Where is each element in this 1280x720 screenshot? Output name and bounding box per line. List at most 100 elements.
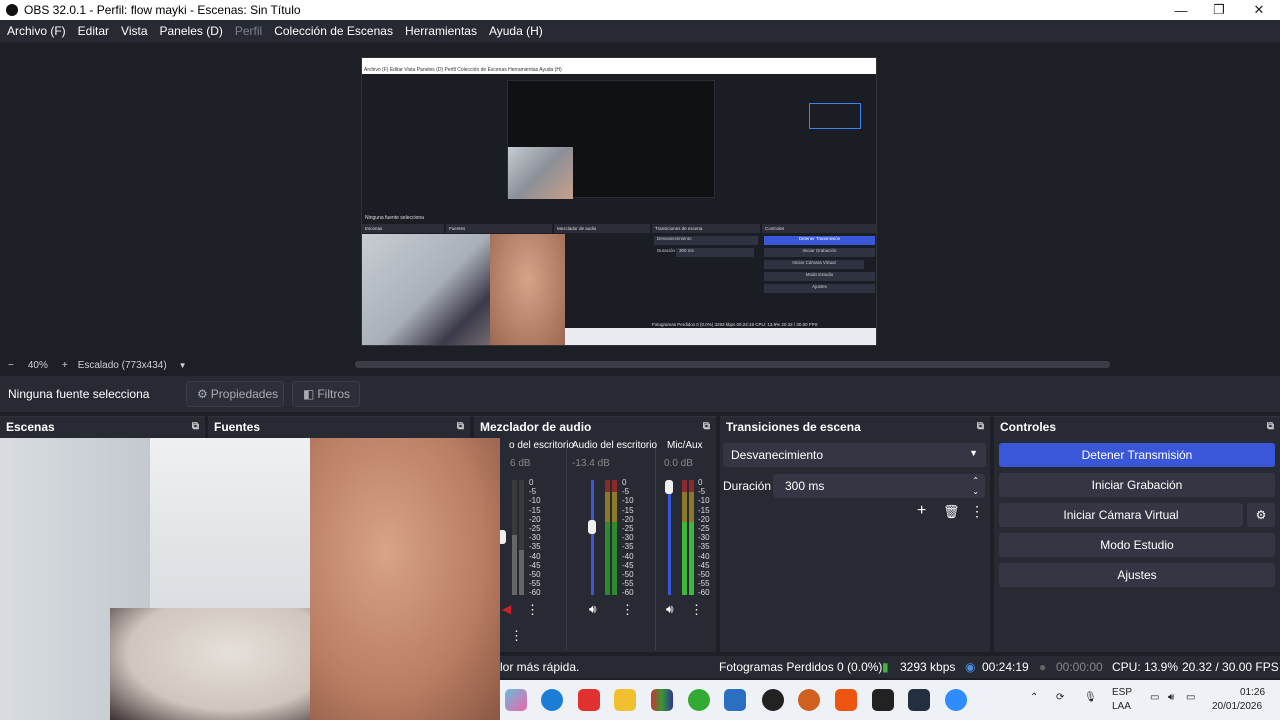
dock-float-icon[interactable]: ⧉	[457, 421, 464, 432]
scale-dropdown-icon[interactable]: ▼	[179, 361, 187, 370]
chevron-up-icon[interactable]: ⌃	[1030, 692, 1038, 703]
dock-float-icon[interactable]: ⧉	[977, 421, 984, 432]
channel-menu-icon[interactable]: ⋮	[621, 602, 634, 618]
copilot-icon[interactable]	[505, 689, 527, 711]
zoom-in-button[interactable]: +	[62, 360, 68, 371]
volume-icon[interactable]: 🔊︎	[1168, 692, 1174, 703]
channel-db: 6 dB	[510, 458, 531, 469]
cpu-usage: CPU: 13.9%	[1112, 660, 1179, 674]
trash-icon[interactable]: 🗑︎	[943, 504, 960, 520]
start-recording-button[interactable]: Iniciar Grabación	[999, 473, 1275, 497]
anydesk-icon[interactable]	[578, 689, 600, 711]
stepper-icon[interactable]: ⌃ ⌄	[972, 475, 979, 497]
menu-herramientas[interactable]: Herramientas	[405, 24, 477, 38]
db-scale: 0 -5 -10 -15 -20 -25 -30 -35 -40 -45 -50 -55 -60	[698, 478, 710, 598]
channel-name: o del escritorio	[509, 440, 575, 451]
close-button[interactable]: ✕	[1239, 0, 1279, 20]
sources-dock: Fuentes ⧉	[208, 416, 470, 438]
channel-menu-icon[interactable]: ⋮	[690, 602, 703, 618]
record-icon: ●	[1039, 660, 1047, 674]
menu-perfil[interactable]: Perfil	[235, 24, 262, 38]
program-preview[interactable]: Archivo (F) Editar Vista Paneles (D) Per…	[361, 57, 877, 346]
dock-float-icon[interactable]: ⧉	[1267, 421, 1274, 432]
db-scale: 0 -5 -10 -15 -20 -25 -30 -35 -40 -45 -50 -55 -60	[622, 478, 634, 598]
properties-button[interactable]: ⚙ Propiedades	[186, 381, 284, 407]
preview-thumb-vcam: Iniciar Cámara Virtual	[764, 260, 864, 269]
settings-button[interactable]: Ajustes	[999, 563, 1275, 587]
dropped-frames: Fotogramas Perdidos 0 (0.0%)	[719, 660, 883, 674]
mail-icon[interactable]	[724, 689, 746, 711]
start-virtual-cam-button[interactable]: Iniciar Cámara Virtual	[999, 503, 1243, 527]
dock-float-icon[interactable]: ⧉	[703, 421, 710, 432]
vu-meter	[512, 480, 517, 595]
dropbox-icon[interactable]	[872, 689, 894, 711]
virtual-cam-settings-icon[interactable]: ⚙	[1247, 503, 1275, 527]
language-bottom[interactable]: LAA	[1112, 701, 1131, 712]
volume-slider[interactable]	[665, 480, 673, 494]
chrome-icon[interactable]	[688, 689, 710, 711]
amazon-icon[interactable]	[908, 689, 930, 711]
vu-meter	[605, 480, 610, 595]
maximize-button[interactable]: ❐	[1199, 0, 1239, 20]
menu-ayuda[interactable]: Ayuda (H)	[489, 24, 543, 38]
webcam-person	[110, 608, 310, 720]
zoom-out-button[interactable]: −	[8, 360, 14, 371]
add-transition-icon[interactable]: +	[917, 502, 926, 520]
language-top[interactable]: ESP	[1112, 687, 1132, 698]
volume-slider[interactable]	[588, 520, 596, 534]
transition-value: Desvanecimiento	[731, 448, 824, 462]
filters-button[interactable]: ◧ Filtros	[292, 381, 360, 407]
obs-icon[interactable]	[762, 689, 784, 711]
sync-icon[interactable]: ⟳	[1056, 692, 1064, 703]
netflix-icon[interactable]	[835, 689, 857, 711]
speaker-icon[interactable]: 🔊︎	[589, 602, 597, 617]
channel-menu-icon[interactable]: ⋮	[526, 602, 539, 618]
title-bar: OBS 32.0.1 - Perfil: flow mayki - Escena…	[0, 0, 1280, 20]
preview-thumb-duration-value: 300 ms	[676, 248, 754, 257]
clock-date[interactable]: 20/01/2026	[1212, 701, 1262, 712]
winrar-icon[interactable]	[651, 689, 673, 711]
controls-title: Controles	[1000, 420, 1057, 434]
menu-coleccion[interactable]: Colección de Escenas	[274, 24, 393, 38]
menu-vista[interactable]: Vista	[121, 24, 147, 38]
preview-thumb-mixer: Mezclador de audio	[554, 224, 650, 233]
db-scale: 0 -5 -10 -15 -20 -25 -30 -35 -40 -45 -50 -55 -60	[529, 478, 541, 598]
display-icon[interactable]: ▭	[1150, 692, 1159, 703]
mixer-channel-3: Mic/Aux 0.0 dB 0 -5 -10 -15 -20 -25 -30 -35 -40-…	[658, 440, 716, 650]
fl-studio-icon[interactable]	[798, 689, 820, 711]
vu-meter	[689, 480, 694, 595]
dock-float-icon[interactable]: ⧉	[192, 421, 199, 432]
preview-thumb-menubar: Archivo (F) Editar Vista Paneles (D) Per…	[362, 58, 876, 74]
preview-scrollbar[interactable]	[355, 361, 1110, 368]
transition-menu-icon[interactable]: ⋮	[970, 503, 984, 520]
stop-stream-button[interactable]: Detener Transmisión	[999, 443, 1275, 467]
duration-label: Duración	[723, 479, 772, 493]
menu-editar[interactable]: Editar	[78, 24, 109, 38]
preview-thumb-arm	[490, 234, 565, 345]
minimize-button[interactable]: —	[1161, 0, 1201, 20]
mute-icon[interactable]: ◀	[502, 602, 511, 616]
volume-track[interactable]	[591, 480, 594, 595]
webcam-arm	[310, 438, 500, 720]
volume-track[interactable]	[668, 480, 671, 595]
transition-select[interactable]: Desvanecimiento ▼	[723, 443, 986, 467]
edge-icon[interactable]	[541, 689, 563, 711]
studio-mode-button[interactable]: Modo Estudio	[999, 533, 1275, 557]
bitrate: 3293 kbps	[900, 660, 956, 674]
vu-meter	[519, 480, 524, 595]
clock-time[interactable]: 01:26	[1240, 687, 1265, 698]
battery-icon[interactable]: ▭	[1186, 692, 1195, 703]
preview-thumb-record: Iniciar Grabación	[764, 248, 875, 257]
scenes-dock: Escenas ⧉	[0, 416, 205, 438]
menu-archivo[interactable]: Archivo (F)	[7, 24, 66, 38]
sources-title: Fuentes	[214, 420, 261, 434]
preview-thumb-sources: Fuentes	[446, 224, 552, 233]
duration-input[interactable]: 300 ms ⌃ ⌄	[773, 474, 985, 498]
mixer-menu-icon[interactable]: ⋮	[510, 628, 523, 644]
zoom-icon[interactable]	[945, 689, 967, 711]
microphone-icon[interactable]: 🎙︎	[1084, 692, 1097, 703]
obs-logo-icon	[6, 4, 18, 16]
folder-icon[interactable]	[614, 689, 636, 711]
speaker-icon[interactable]: 🔊︎	[666, 602, 674, 617]
menu-paneles[interactable]: Paneles (D)	[160, 24, 223, 38]
